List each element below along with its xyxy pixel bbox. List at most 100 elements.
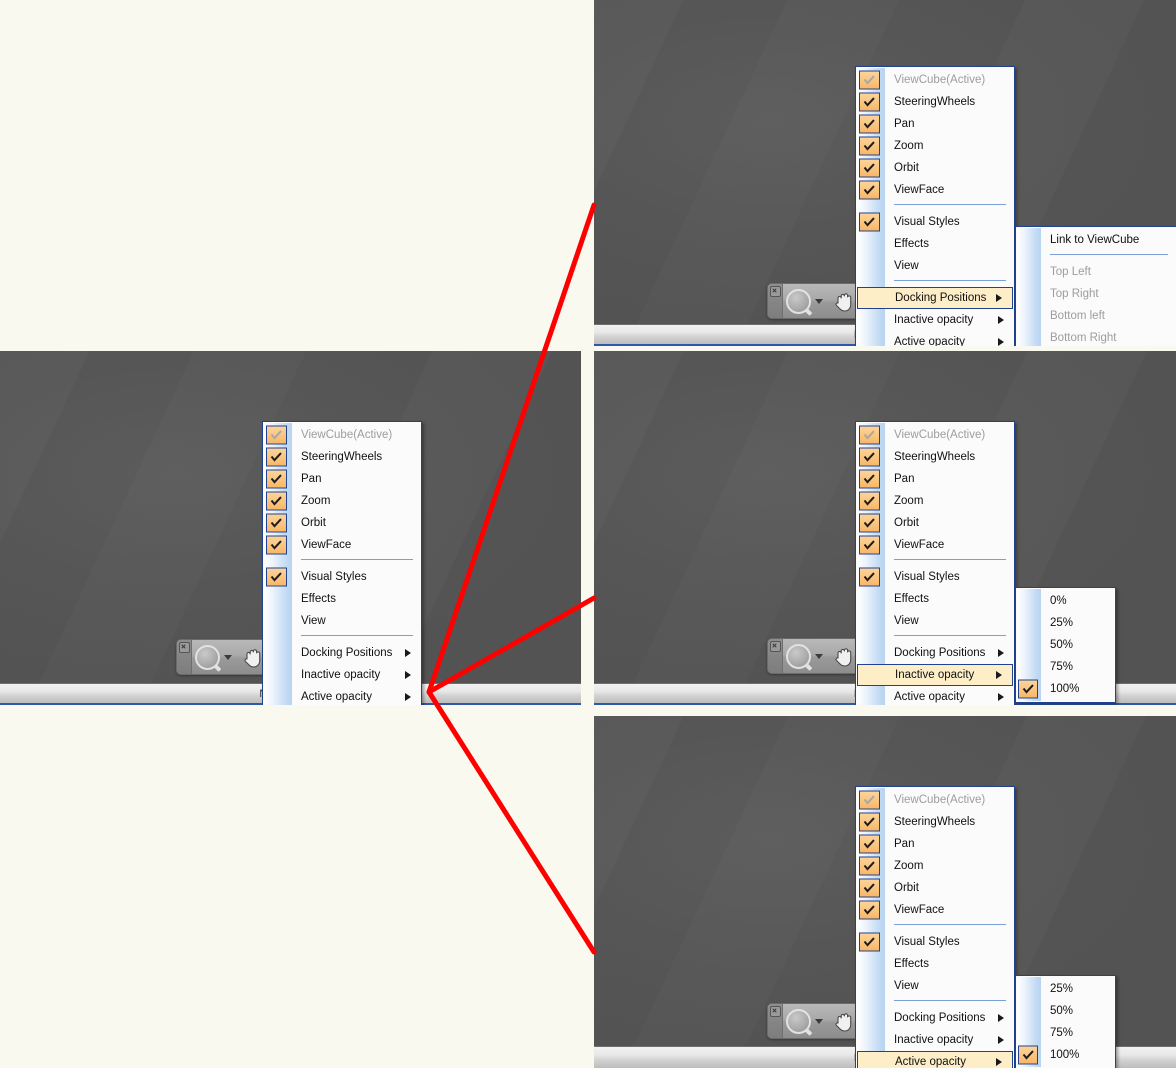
navigation-bar-widget[interactable] <box>767 638 860 674</box>
zoom-tool-button[interactable] <box>783 1004 826 1038</box>
menu-item-view[interactable]: View <box>856 610 1014 632</box>
menu-item-zoom[interactable]: Zoom <box>263 490 421 512</box>
checkbox-checked-icon[interactable] <box>859 92 880 112</box>
zoom-tool-button[interactable] <box>192 640 235 674</box>
menu-item-active-opacity[interactable]: Active opacity <box>857 1051 1013 1068</box>
navigation-bar-widget[interactable] <box>767 283 860 319</box>
menu-item-view[interactable]: View <box>856 255 1014 277</box>
zoom-tool-button[interactable] <box>783 284 826 318</box>
menu-item-effects[interactable]: Effects <box>856 953 1014 975</box>
checkbox-checked-icon[interactable] <box>859 136 880 156</box>
navigation-bar-context-menu[interactable]: ViewCube(Active) SteeringWheels Pan Zoom… <box>855 421 1015 705</box>
menu-item-pan[interactable]: Pan <box>263 468 421 490</box>
menu-item-active-opacity[interactable]: Active opacity <box>263 686 421 705</box>
menu-item-steeringwheels[interactable]: SteeringWheels <box>856 811 1014 833</box>
checkbox-checked-icon[interactable] <box>859 158 880 178</box>
chevron-down-icon[interactable] <box>224 654 232 660</box>
checkbox-checked-icon[interactable] <box>1018 1045 1038 1065</box>
navigation-bar-widget[interactable] <box>767 1003 860 1039</box>
menu-item-docking-positions[interactable]: Docking Positions <box>857 287 1013 309</box>
checkbox-checked-icon[interactable] <box>266 491 287 511</box>
close-button[interactable] <box>768 1004 783 1038</box>
navigation-bar-context-menu[interactable]: ViewCube(Active) SteeringWheels Pan Zoom… <box>262 421 422 705</box>
checkbox-checked-icon[interactable] <box>859 535 880 555</box>
menu-item-visual-styles[interactable]: Visual Styles <box>263 566 421 588</box>
menu-item-docking-positions[interactable]: Docking Positions <box>263 642 421 664</box>
menu-item-inactive-opacity[interactable]: Inactive opacity <box>263 664 421 686</box>
submenu-item-opacity-50[interactable]: 50% <box>1016 1000 1115 1022</box>
submenu-active-opacity[interactable]: 25% 50% 75% 100% <box>1015 975 1116 1068</box>
checkbox-checked-icon[interactable] <box>859 114 880 134</box>
submenu-item-link-to-viewcube[interactable]: Link to ViewCube <box>1016 229 1176 251</box>
checkbox-checked-icon[interactable] <box>859 856 880 876</box>
menu-item-inactive-opacity[interactable]: Inactive opacity <box>856 309 1014 331</box>
menu-item-zoom[interactable]: Zoom <box>856 135 1014 157</box>
menu-item-visual-styles[interactable]: Visual Styles <box>856 931 1014 953</box>
checkbox-checked-icon[interactable] <box>266 513 287 533</box>
menu-item-orbit[interactable]: Orbit <box>856 157 1014 179</box>
menu-item-effects[interactable]: Effects <box>856 233 1014 255</box>
submenu-item-opacity-75[interactable]: 75% <box>1016 656 1115 678</box>
menu-item-effects[interactable]: Effects <box>856 588 1014 610</box>
menu-item-orbit[interactable]: Orbit <box>263 512 421 534</box>
menu-item-orbit[interactable]: Orbit <box>856 512 1014 534</box>
checkbox-checked-icon[interactable] <box>859 878 880 898</box>
menu-item-visual-styles[interactable]: Visual Styles <box>856 211 1014 233</box>
submenu-docking-positions[interactable]: Link to ViewCube Top Left Top Right Bott… <box>1015 226 1176 346</box>
checkbox-checked-icon[interactable] <box>859 447 880 467</box>
navigation-bar-context-menu[interactable]: ViewCube(Active) SteeringWheels Pan Zoom… <box>855 786 1015 1068</box>
submenu-item-opacity-25[interactable]: 25% <box>1016 978 1115 1000</box>
checkbox-checked-icon[interactable] <box>859 932 880 952</box>
chevron-down-icon[interactable] <box>815 653 823 659</box>
checkbox-checked-icon[interactable] <box>266 535 287 555</box>
checkbox-checked-icon[interactable] <box>859 834 880 854</box>
menu-item-effects[interactable]: Effects <box>263 588 421 610</box>
navigation-bar-context-menu[interactable]: ViewCube(Active) SteeringWheels Pan Zoom… <box>855 66 1015 346</box>
checkbox-checked-icon[interactable] <box>859 513 880 533</box>
menu-item-view[interactable]: View <box>856 975 1014 997</box>
menu-item-pan[interactable]: Pan <box>856 468 1014 490</box>
menu-item-steeringwheels[interactable]: SteeringWheels <box>263 446 421 468</box>
checkbox-checked-icon[interactable] <box>266 447 287 467</box>
close-button[interactable] <box>768 639 783 673</box>
menu-item-zoom[interactable]: Zoom <box>856 855 1014 877</box>
menu-item-orbit[interactable]: Orbit <box>856 877 1014 899</box>
zoom-tool-button[interactable] <box>783 639 826 673</box>
menu-item-pan[interactable]: Pan <box>856 113 1014 135</box>
menu-item-viewface[interactable]: ViewFace <box>856 179 1014 201</box>
menu-item-view[interactable]: View <box>263 610 421 632</box>
menu-item-steeringwheels[interactable]: SteeringWheels <box>856 91 1014 113</box>
checkbox-checked-icon[interactable] <box>859 180 880 200</box>
checkbox-checked-icon[interactable] <box>859 469 880 489</box>
close-button[interactable] <box>768 284 783 318</box>
close-button[interactable] <box>177 640 192 674</box>
checkbox-checked-icon[interactable] <box>266 469 287 489</box>
menu-item-docking-positions[interactable]: Docking Positions <box>856 1007 1014 1029</box>
checkbox-checked-icon[interactable] <box>859 491 880 511</box>
menu-item-active-opacity[interactable]: Active opacity <box>856 331 1014 346</box>
menu-item-zoom[interactable]: Zoom <box>856 490 1014 512</box>
chevron-down-icon[interactable] <box>815 298 823 304</box>
menu-item-inactive-opacity[interactable]: Inactive opacity <box>856 1029 1014 1051</box>
menu-item-visual-styles[interactable]: Visual Styles <box>856 566 1014 588</box>
submenu-item-opacity-100[interactable]: 100% <box>1016 678 1115 700</box>
submenu-inactive-opacity[interactable]: 0% 25% 50% 75% 100% <box>1015 587 1116 703</box>
checkbox-checked-icon[interactable] <box>859 567 880 587</box>
submenu-item-opacity-25[interactable]: 25% <box>1016 612 1115 634</box>
checkbox-checked-icon[interactable] <box>1018 679 1038 699</box>
submenu-item-opacity-75[interactable]: 75% <box>1016 1022 1115 1044</box>
checkbox-checked-icon[interactable] <box>859 900 880 920</box>
chevron-down-icon[interactable] <box>815 1018 823 1024</box>
menu-item-pan[interactable]: Pan <box>856 833 1014 855</box>
menu-item-viewface[interactable]: ViewFace <box>856 534 1014 556</box>
menu-item-viewface[interactable]: ViewFace <box>263 534 421 556</box>
menu-item-docking-positions[interactable]: Docking Positions <box>856 642 1014 664</box>
submenu-item-opacity-50[interactable]: 50% <box>1016 634 1115 656</box>
menu-item-viewface[interactable]: ViewFace <box>856 899 1014 921</box>
menu-item-active-opacity[interactable]: Active opacity <box>856 686 1014 705</box>
submenu-item-opacity-0[interactable]: 0% <box>1016 590 1115 612</box>
menu-item-steeringwheels[interactable]: SteeringWheels <box>856 446 1014 468</box>
menu-item-inactive-opacity[interactable]: Inactive opacity <box>857 664 1013 686</box>
navigation-bar-widget[interactable] <box>176 639 269 675</box>
checkbox-checked-icon[interactable] <box>266 567 287 587</box>
